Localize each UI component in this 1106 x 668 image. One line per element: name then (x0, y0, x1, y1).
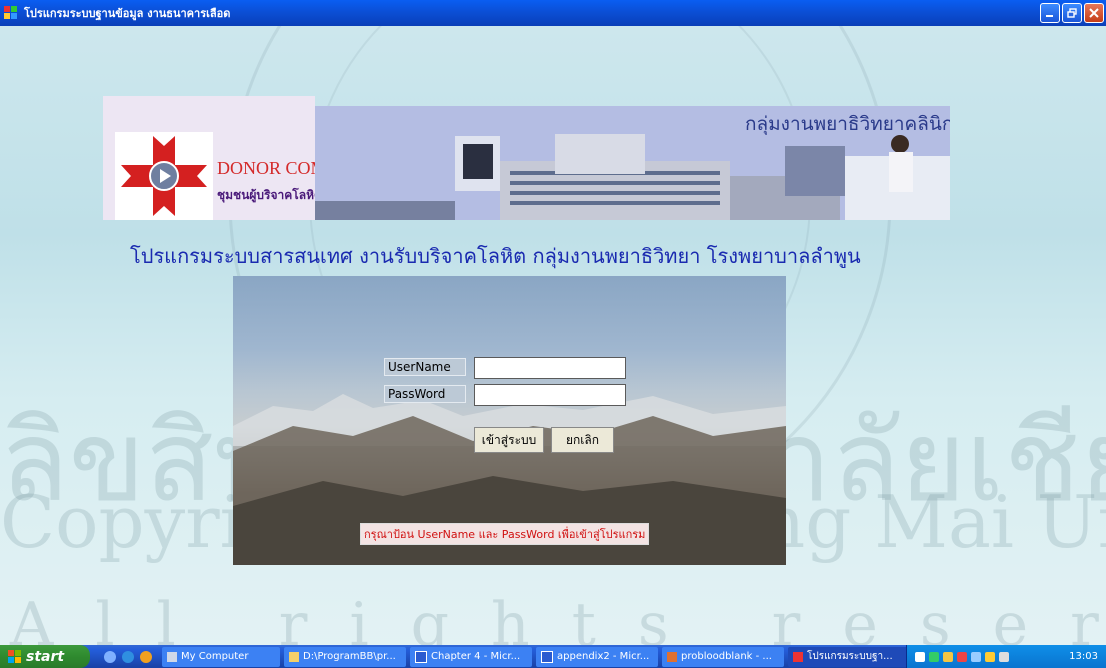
password-input[interactable] (474, 384, 626, 406)
system-tray: 13:03 (906, 645, 1106, 668)
donor-community-logo-icon (121, 136, 207, 216)
window-controls (1040, 3, 1104, 23)
login-hint-text: กรุณาป้อน UserName และ PassWord เพื่อเข้… (360, 523, 650, 545)
password-label: PassWord (384, 385, 466, 403)
banner-logo-area: DONOR COMMUNITY ชุมชนผู้บริจาคโลหิต จังห… (103, 96, 399, 220)
login-button[interactable]: เข้าสู่ระบบ (474, 427, 544, 453)
internet-explorer-icon[interactable] (122, 650, 134, 663)
access-icon (667, 651, 677, 662)
messenger-icon[interactable] (140, 650, 152, 663)
task-probloodblank[interactable]: probloodblank - ... (662, 646, 784, 667)
word-icon (541, 650, 553, 663)
task-chapter-4[interactable]: Chapter 4 - Micr... (410, 646, 532, 667)
app-icon (4, 6, 18, 20)
mountain-background-image (233, 394, 786, 565)
banner-hospital-photo: กลุ่มงานพยาธิวิทยาคลินิก โรงพยาบาลลำพูน (315, 106, 950, 220)
window-title: โปรแกรมระบบฐานข้อมูล งานธนาคารเลือด (24, 7, 231, 20)
clock: 13:03 (1069, 651, 1098, 662)
cancel-button[interactable]: ยกเลิก (551, 427, 614, 453)
tray-expand-icon[interactable] (915, 651, 925, 662)
start-label: start (26, 648, 65, 665)
start-button[interactable]: start (0, 645, 90, 668)
word-icon (415, 650, 427, 663)
minimize-button[interactable] (1040, 3, 1060, 23)
task-appendix2[interactable]: appendix2 - Micr... (536, 646, 658, 667)
close-icon (1089, 8, 1099, 18)
username-input[interactable] (474, 357, 626, 379)
maximize-button[interactable] (1062, 3, 1082, 23)
task-my-computer[interactable]: My Computer (162, 646, 280, 667)
donor-logo (115, 132, 213, 220)
computer-icon (167, 651, 177, 662)
restore-icon (1067, 8, 1077, 18)
program-title: โปรแกรมระบบสารสนเทศ งานรับบริจาคโลหิต กล… (130, 244, 861, 268)
windows-logo-icon (8, 649, 21, 663)
quick-launch (104, 650, 152, 663)
window-titlebar[interactable]: โปรแกรมระบบฐานข้อมูล งานธนาคารเลือด (0, 0, 1106, 26)
desktop-icon[interactable] (104, 650, 116, 663)
minimize-icon (1046, 15, 1053, 17)
folder-icon (289, 651, 299, 662)
login-panel: UserName PassWord เข้าสู่ระบบ ยกเลิก กรุ… (233, 276, 786, 565)
app-icon (793, 651, 803, 662)
banner-heading: กลุ่มงานพยาธิวิทยาคลินิก โรงพยาบาลลำพูน (745, 113, 950, 135)
header-banner: DONOR COMMUNITY ชุมชนผู้บริจาคโลหิต จังห… (103, 96, 950, 220)
taskbar: start My Computer D:\ProgramBB\pr... Cha… (0, 645, 1106, 668)
username-label: UserName (384, 358, 466, 376)
task-explorer-folder[interactable]: D:\ProgramBB\pr... (284, 646, 406, 667)
task-blood-bank-program[interactable]: โปรแกรมระบบฐา... (788, 646, 910, 667)
close-button[interactable] (1084, 3, 1104, 23)
